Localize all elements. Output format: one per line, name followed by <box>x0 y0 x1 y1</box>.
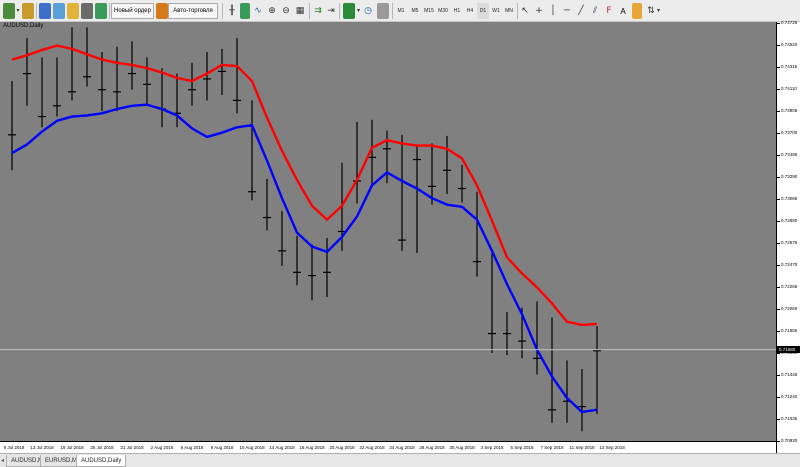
horizontal-line-icon[interactable]: ─ <box>562 3 572 19</box>
date-axis: 9 Jul 2018 13 Jul 2018 19 Jul 2018 25 Jul 2… <box>0 441 776 453</box>
trendline-icon[interactable]: ╱ <box>576 3 586 19</box>
price-tick-label: 0.73290 <box>776 173 798 179</box>
date-tick-label: 20 Aug 2018 <box>329 445 355 450</box>
chart-shift-icon[interactable]: ⇥ <box>325 3 337 19</box>
price-axis: 0.74725 0.74520 0.74315 0.74110 0.73905 0.737… <box>776 19 800 453</box>
tab-audusd-daily[interactable]: AUDUSD,Daily <box>76 455 127 467</box>
templates-icon[interactable] <box>377 3 389 19</box>
date-tick-label: 10 Aug 2018 <box>239 445 265 450</box>
current-price-label: 0.71680 <box>777 346 800 354</box>
date-tick-label: 13 Jul 2018 <box>30 445 54 450</box>
date-tick-label: 6 Aug 2018 <box>180 445 204 450</box>
chevron-down-icon[interactable]: ▾ <box>356 3 361 19</box>
price-tick-label: 0.73085 <box>776 195 798 201</box>
price-tick-label: 0.74315 <box>776 63 798 69</box>
timeframe-mn[interactable]: MN <box>503 3 515 19</box>
date-tick-label: 22 Aug 2018 <box>359 445 385 450</box>
cursor-icon[interactable]: ↖ <box>520 3 530 19</box>
price-tick-label: 0.71855 <box>776 327 798 333</box>
timeframe-w1[interactable]: W1 <box>490 3 502 19</box>
price-tick-label: 0.71035 <box>776 415 798 421</box>
price-tick-label: 0.72880 <box>776 217 798 223</box>
date-tick-label: 7 Sep 2018 <box>540 445 564 450</box>
new-order-icon[interactable] <box>156 3 168 19</box>
chart-symbol-label: AUDUSD,Daily <box>3 23 44 29</box>
new-order-button[interactable]: Новый ордер <box>111 3 154 19</box>
chart-tabs: ◂ AUDUSD,M5 EURUSD,M5 AUDUSD,Daily <box>0 453 800 467</box>
timeframe-m1[interactable]: M1 <box>395 3 407 19</box>
profiles-icon[interactable] <box>22 3 34 19</box>
date-tick-label: 28 Aug 2018 <box>419 445 445 450</box>
price-tick-label: 0.70830 <box>776 438 798 443</box>
autoscroll-icon[interactable]: ⇉ <box>312 3 324 19</box>
date-tick-label: 9 Jul 2018 <box>3 445 25 450</box>
candlesticks-icon[interactable] <box>240 3 250 19</box>
market-watch-icon[interactable] <box>39 3 51 19</box>
autotrading-button[interactable]: Авто-торговля <box>168 3 218 19</box>
chart-title: AUDUSD,Daily <box>3 23 43 29</box>
chevron-down-icon[interactable]: ▾ <box>656 3 661 19</box>
crosshair-icon[interactable]: + <box>534 3 544 19</box>
terminal-icon[interactable] <box>81 3 93 19</box>
tile-windows-icon[interactable]: ▦ <box>294 3 306 19</box>
data-window-icon[interactable] <box>53 3 65 19</box>
price-tick-label: 0.71240 <box>776 393 798 399</box>
timeframe-h4[interactable]: H4 <box>464 3 476 19</box>
fibonacci-icon[interactable]: F <box>604 3 614 19</box>
timeframe-h1[interactable]: H1 <box>451 3 463 19</box>
date-tick-label: 2 Aug 2018 <box>150 445 174 450</box>
price-tick-label: 0.71445 <box>776 371 798 377</box>
price-tick-label: 0.74725 <box>776 19 798 25</box>
date-tick-label: 31 Jul 2018 <box>120 445 144 450</box>
date-tick-label: 25 Jul 2018 <box>90 445 114 450</box>
new-chart-icon[interactable] <box>3 3 15 19</box>
price-tick-label: 0.72060 <box>776 305 798 311</box>
vertical-line-icon[interactable]: │ <box>548 3 558 19</box>
bar-chart-icon[interactable]: ╫ <box>226 3 238 19</box>
date-tick-label: 11 Sep 2018 <box>569 445 595 450</box>
toolbar: ▾ Новый ордер Авто-торговля ╫ ∿ ⊕ ⊖ ▦ ⇉ … <box>0 0 800 22</box>
terminal-window: ▾ Новый ордер Авто-торговля ╫ ∿ ⊕ ⊖ ▦ ⇉ … <box>0 0 800 467</box>
price-tick-label: 0.74520 <box>776 41 798 47</box>
date-tick-label: 30 Aug 2018 <box>449 445 475 450</box>
price-tick-label: 0.73495 <box>776 151 798 157</box>
chevron-down-icon[interactable]: ▾ <box>15 3 21 19</box>
date-tick-label: 24 Aug 2018 <box>389 445 415 450</box>
line-chart-icon[interactable]: ∿ <box>252 3 264 19</box>
new-order-label: Новый ордер <box>114 8 151 14</box>
channel-icon[interactable]: ⫽ <box>590 3 600 19</box>
indicators-icon[interactable] <box>343 3 355 19</box>
date-tick-label: 3 Sep 2018 <box>480 445 504 450</box>
chart-window: AUDUSD,Daily 0.74725 0.74520 0.74315 0.7411… <box>0 19 800 453</box>
price-chart[interactable] <box>0 22 776 441</box>
price-tick-label: 0.72265 <box>776 283 798 289</box>
zoom-in-icon[interactable]: ⊕ <box>266 3 278 19</box>
price-tick-label: 0.73700 <box>776 129 798 135</box>
price-tick-label: 0.74110 <box>777 85 797 91</box>
autotrading-label: Авто-торговля <box>173 8 213 14</box>
date-tick-label: 9 Aug 2018 <box>210 445 234 450</box>
timeframe-m5[interactable]: M5 <box>409 3 421 19</box>
navigator-icon[interactable] <box>67 3 79 19</box>
price-tick-label: 0.72470 <box>776 261 798 267</box>
date-tick-label: 16 Aug 2018 <box>299 445 325 450</box>
timeframe-d1[interactable]: D1 <box>477 3 489 19</box>
text-label-icon[interactable]: A <box>618 3 628 19</box>
date-tick-label: 5 Sep 2018 <box>510 445 534 450</box>
zoom-out-icon[interactable]: ⊖ <box>280 3 292 19</box>
date-tick-label: 14 Aug 2018 <box>269 445 295 450</box>
periods-icon[interactable]: ◷ <box>362 3 374 19</box>
strategy-tester-icon[interactable] <box>95 3 107 19</box>
date-tick-label: 19 Jul 2018 <box>60 445 84 450</box>
date-tick-label: 13 Sep 2018 <box>599 445 625 450</box>
price-tick-label: 0.72675 <box>776 239 798 245</box>
timeframe-m15[interactable]: M15 <box>423 3 435 19</box>
arrows-icon[interactable]: ⇅ <box>646 3 656 19</box>
timeframe-m30[interactable]: M30 <box>437 3 449 19</box>
text-label-icon[interactable] <box>632 3 642 19</box>
price-tick-label: 0.73905 <box>776 107 798 113</box>
